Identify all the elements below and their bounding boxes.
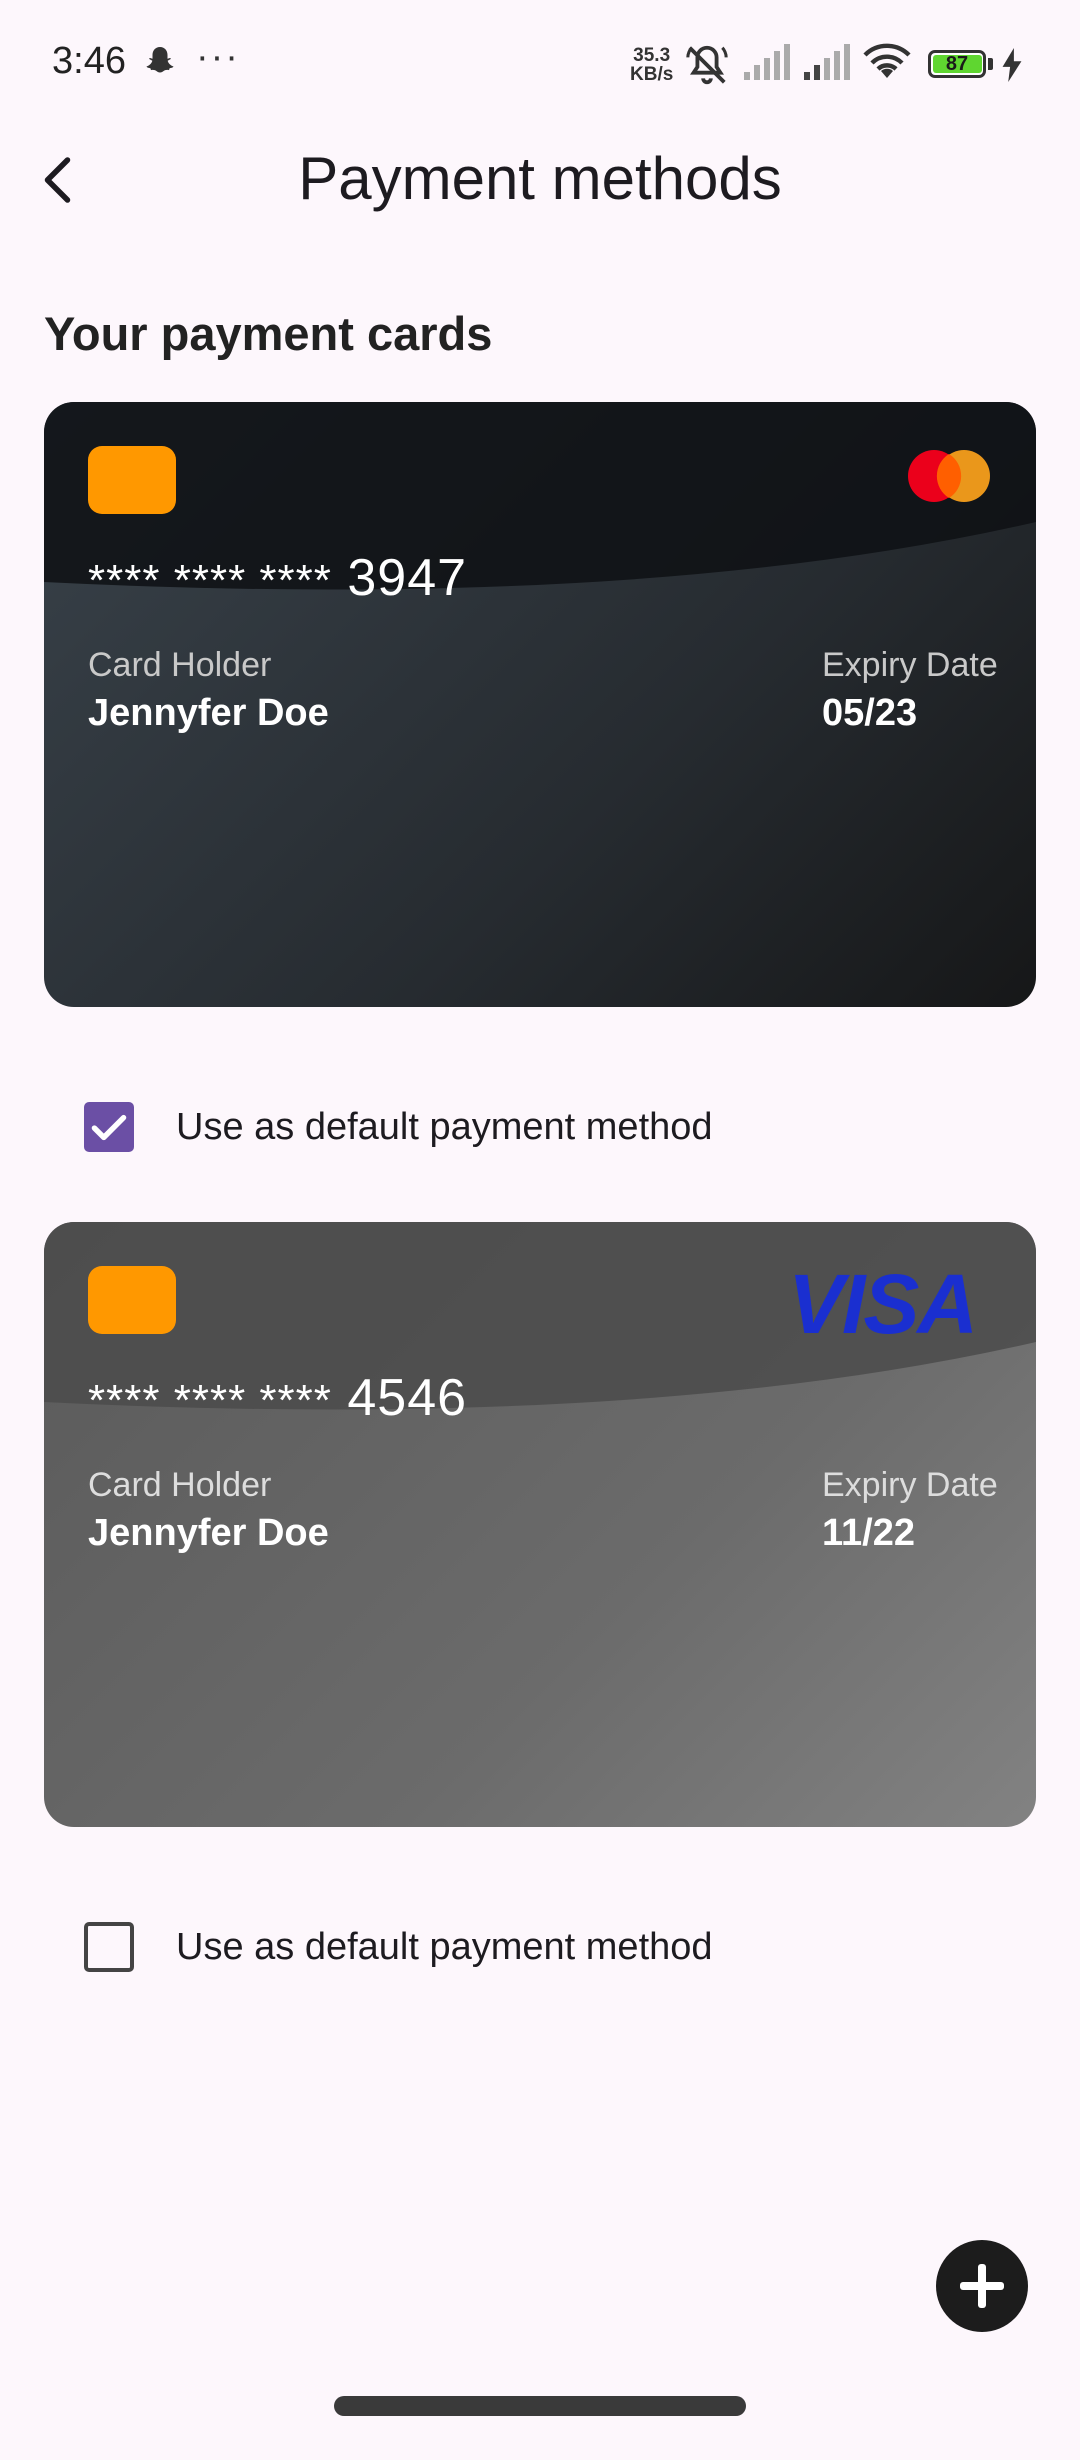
card-holder-label: Card Holder — [88, 1466, 272, 1504]
expiry-date-label: Expiry Date — [822, 646, 998, 684]
default-payment-label: Use as default payment method — [176, 1926, 713, 1968]
default-payment-row-1[interactable]: Use as default payment method — [84, 1098, 784, 1158]
default-payment-checkbox[interactable] — [84, 1102, 134, 1152]
network-speed-unit: KB/s — [630, 64, 674, 85]
card-number-mask: **** **** **** — [88, 556, 332, 605]
page-title: Payment methods — [298, 145, 782, 212]
card-holder-label: Card Holder — [88, 646, 272, 684]
visa-logo: VISA — [788, 1257, 978, 1351]
signal-icon — [804, 44, 850, 80]
network-speed: 35.3 KB/s — [630, 46, 673, 84]
mute-icon — [686, 45, 728, 85]
section-title: Your payment cards — [44, 307, 493, 360]
card-holder-name: Jennyfer Doe — [88, 1512, 329, 1554]
plus-icon — [960, 2264, 1004, 2308]
payment-card-mastercard[interactable]: **** **** **** 3947 Card Holder Jennyfer… — [44, 402, 1036, 1007]
more-notifications-icon: ··· — [196, 36, 240, 78]
battery-level: 87 — [945, 53, 969, 75]
signal-icon — [744, 44, 790, 80]
card-chip — [88, 1266, 176, 1334]
snapchat-icon — [146, 47, 174, 73]
card-chip — [88, 446, 176, 514]
default-payment-row-2[interactable]: Use as default payment method — [84, 1918, 784, 1978]
card-number: **** **** **** 4546 — [88, 1368, 467, 1428]
network-speed-value: 35.3 — [633, 45, 671, 66]
payment-card-visa[interactable]: VISA **** **** **** 4546 Card Holder Jen… — [44, 1222, 1036, 1827]
default-payment-label: Use as default payment method — [176, 1106, 713, 1148]
card-number-last4: 3947 — [347, 549, 468, 607]
app-bar: Payment methods — [0, 130, 1080, 230]
charging-icon — [1002, 48, 1022, 82]
card-holder-name: Jennyfer Doe — [88, 692, 329, 734]
default-payment-checkbox[interactable] — [84, 1922, 134, 1972]
checkmark-icon — [91, 1114, 127, 1141]
card-number: **** **** **** 3947 — [88, 548, 467, 608]
status-time: 3:46 — [52, 40, 126, 82]
add-card-button[interactable] — [936, 2240, 1028, 2332]
expiry-date-value: 11/22 — [822, 1512, 915, 1554]
card-number-last4: 4546 — [347, 1369, 468, 1427]
expiry-date-label: Expiry Date — [822, 1466, 998, 1504]
battery-tip — [988, 58, 993, 70]
expiry-date-value: 05/23 — [822, 692, 918, 734]
home-indicator[interactable] — [334, 2396, 746, 2416]
battery-icon: 87 — [928, 50, 986, 78]
wifi-icon — [863, 43, 911, 78]
status-bar: 3:46 ··· 35.3 KB/s 87 — [0, 0, 1080, 130]
mastercard-logo — [908, 450, 990, 502]
card-number-mask: **** **** **** — [88, 1376, 332, 1425]
